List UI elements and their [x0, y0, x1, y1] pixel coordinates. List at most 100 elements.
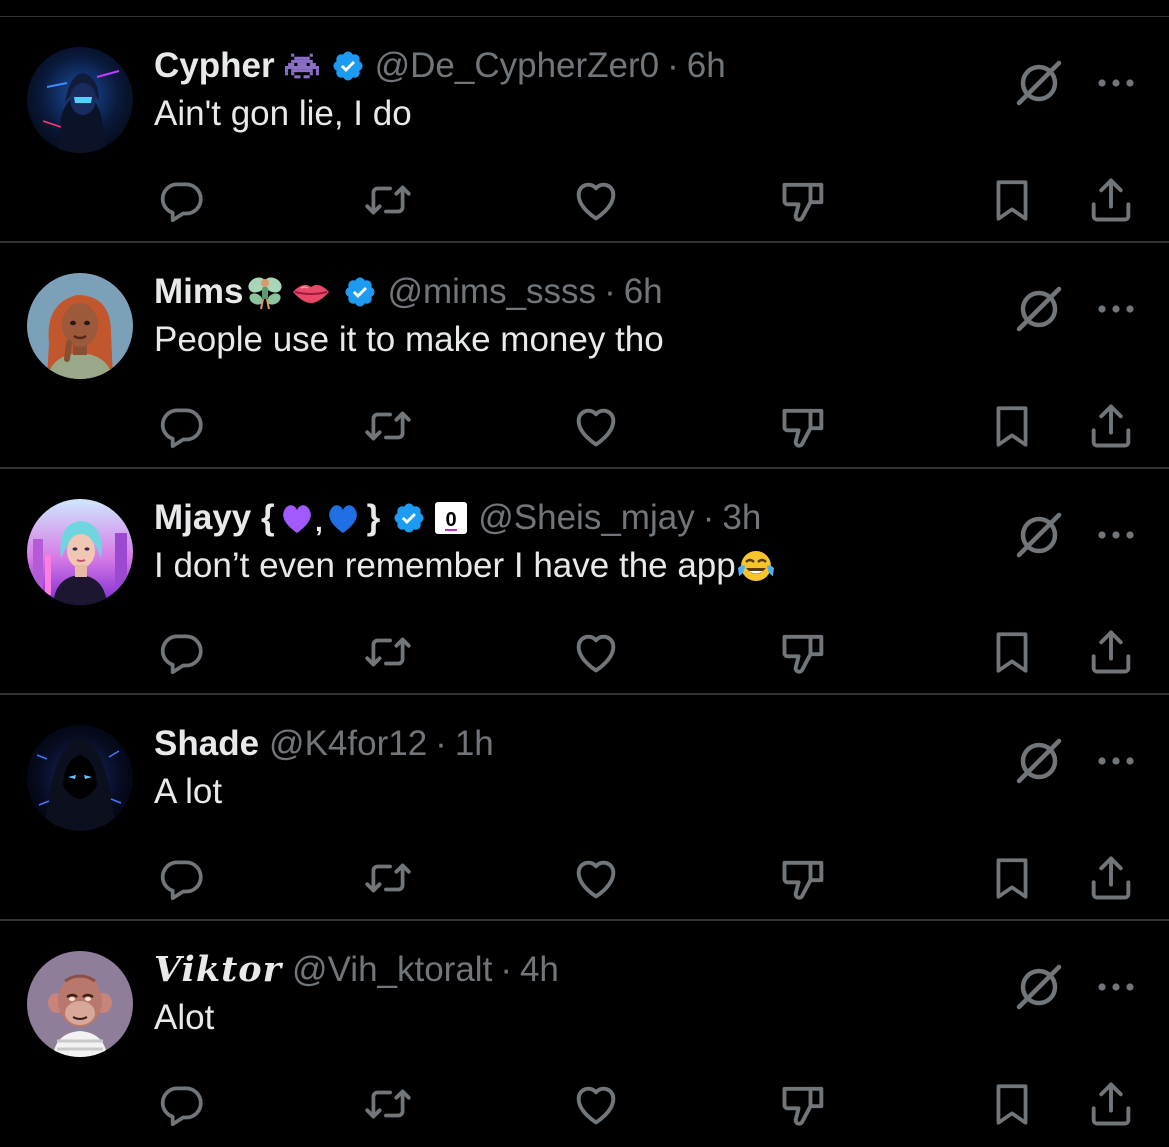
- share-icon: [1091, 856, 1131, 900]
- reply-text: Ain't gon lie, I do: [154, 94, 412, 133]
- hearts-emoji: ,: [279, 499, 363, 537]
- heart-icon: [576, 634, 616, 673]
- bookmark-button[interactable]: [985, 399, 1039, 453]
- more-icon[interactable]: [1090, 967, 1142, 1007]
- dislike-button[interactable]: [777, 399, 831, 453]
- dislike-button[interactable]: [777, 173, 831, 227]
- share-button[interactable]: [1084, 1077, 1138, 1131]
- more-icon[interactable]: [1090, 515, 1142, 555]
- reply-item[interactable]: Shade @K4for12 · 1h A lot: [0, 695, 1169, 921]
- timestamp[interactable]: 4h: [520, 947, 559, 993]
- reply-button[interactable]: [154, 851, 208, 905]
- affiliate-badge-icon[interactable]: 0: [434, 501, 468, 535]
- reply-button[interactable]: [154, 1077, 208, 1131]
- dislike-button[interactable]: [777, 1077, 831, 1131]
- repost-icon: [365, 1089, 411, 1119]
- verified-badge-icon[interactable]: [331, 49, 365, 83]
- like-button[interactable]: [569, 173, 623, 227]
- grok-icon[interactable]: [1013, 735, 1065, 787]
- repost-button[interactable]: [361, 1077, 415, 1131]
- thumbs-down-icon: [782, 408, 824, 448]
- verified-badge-icon[interactable]: [343, 275, 377, 309]
- share-button[interactable]: [1084, 173, 1138, 227]
- avatar[interactable]: [27, 951, 133, 1057]
- user-handle[interactable]: @De_CypherZer0: [375, 43, 660, 89]
- user-handle[interactable]: @Vih_ktoralt: [292, 947, 492, 993]
- bookmark-button[interactable]: [985, 851, 1039, 905]
- share-button[interactable]: [1084, 625, 1138, 679]
- timestamp[interactable]: 1h: [455, 721, 494, 767]
- reply-icon: [160, 860, 203, 901]
- display-name[interactable]: Cypher: [154, 43, 275, 89]
- reply-header: Shade @K4for12 · 1h: [154, 721, 494, 767]
- repost-button[interactable]: [361, 625, 415, 679]
- avatar[interactable]: [27, 725, 133, 831]
- thumbs-down-icon: [782, 634, 824, 674]
- reply-item[interactable]: Mims @mims_ssss · 6h People use it to ma…: [0, 243, 1169, 469]
- repost-icon: [365, 185, 411, 215]
- like-button[interactable]: [569, 399, 623, 453]
- dislike-button[interactable]: [777, 625, 831, 679]
- reply-icon: [160, 182, 203, 223]
- reply-header: Mjayy { , } 0 @Sheis_mjay · 3h: [154, 495, 761, 541]
- like-button[interactable]: [569, 625, 623, 679]
- reply-header: Cypher @De_CypherZer0 · 6h: [154, 43, 726, 89]
- like-button[interactable]: [569, 851, 623, 905]
- reply-button[interactable]: [154, 625, 208, 679]
- bookmark-button[interactable]: [985, 173, 1039, 227]
- more-icon[interactable]: [1090, 741, 1142, 781]
- fairy-emoji: [245, 273, 285, 311]
- grok-icon[interactable]: [1013, 57, 1065, 109]
- bookmark-icon: [996, 406, 1028, 447]
- repost-icon: [365, 637, 411, 667]
- bookmark-button[interactable]: [985, 1077, 1039, 1131]
- bookmark-button[interactable]: [985, 625, 1039, 679]
- alien-monster-emoji: [284, 51, 319, 81]
- timestamp[interactable]: 3h: [722, 495, 761, 541]
- user-handle[interactable]: @Sheis_mjay: [478, 495, 694, 541]
- repost-button[interactable]: [361, 399, 415, 453]
- bookmark-icon: [996, 632, 1028, 673]
- reply-text: Alot: [154, 998, 215, 1037]
- more-icon[interactable]: [1090, 63, 1142, 103]
- share-icon: [1091, 1082, 1131, 1126]
- separator-dot: ·: [500, 950, 512, 989]
- display-name[interactable]: Mjayy {: [154, 495, 275, 541]
- reply-header: Mims @mims_ssss · 6h: [154, 269, 663, 315]
- user-handle[interactable]: @mims_ssss: [387, 269, 596, 315]
- display-name[interactable]: Mims: [154, 269, 243, 315]
- user-handle[interactable]: @K4for12: [269, 721, 427, 767]
- display-name[interactable]: Shade: [154, 721, 259, 767]
- share-icon: [1091, 178, 1131, 222]
- reply-text: People use it to make money tho: [154, 320, 664, 359]
- like-button[interactable]: [569, 1077, 623, 1131]
- verified-badge-icon[interactable]: [392, 501, 426, 535]
- repost-icon: [365, 411, 411, 441]
- reply-item[interactable]: Cypher @De_CypherZer0 · 6h Ain't gon lie…: [0, 17, 1169, 243]
- grok-icon[interactable]: [1013, 509, 1065, 561]
- avatar[interactable]: [27, 47, 133, 153]
- tears-of-joy-emoji: [736, 546, 776, 586]
- separator-dot: ·: [604, 272, 616, 311]
- repost-button[interactable]: [361, 851, 415, 905]
- share-button[interactable]: [1084, 851, 1138, 905]
- grok-icon[interactable]: [1013, 961, 1065, 1013]
- display-name[interactable]: Viktor: [154, 947, 282, 993]
- reply-item[interactable]: Mjayy { , } 0 @Sheis_mjay · 3h I don’t e…: [0, 469, 1169, 695]
- avatar[interactable]: [27, 499, 133, 605]
- share-button[interactable]: [1084, 399, 1138, 453]
- timestamp[interactable]: 6h: [624, 269, 663, 315]
- affiliate-badge-label: 0: [446, 509, 457, 531]
- repost-button[interactable]: [361, 173, 415, 227]
- dislike-button[interactable]: [777, 851, 831, 905]
- reply-button[interactable]: [154, 173, 208, 227]
- reply-item[interactable]: Viktor @Vih_ktoralt · 4h Alot: [0, 921, 1169, 1147]
- timestamp[interactable]: 6h: [687, 43, 726, 89]
- display-name-suffix[interactable]: }: [367, 495, 381, 541]
- avatar[interactable]: [27, 273, 133, 379]
- grok-icon[interactable]: [1013, 283, 1065, 335]
- more-icon[interactable]: [1090, 289, 1142, 329]
- reply-button[interactable]: [154, 399, 208, 453]
- separator-dot: ·: [702, 498, 715, 537]
- share-icon: [1091, 630, 1131, 674]
